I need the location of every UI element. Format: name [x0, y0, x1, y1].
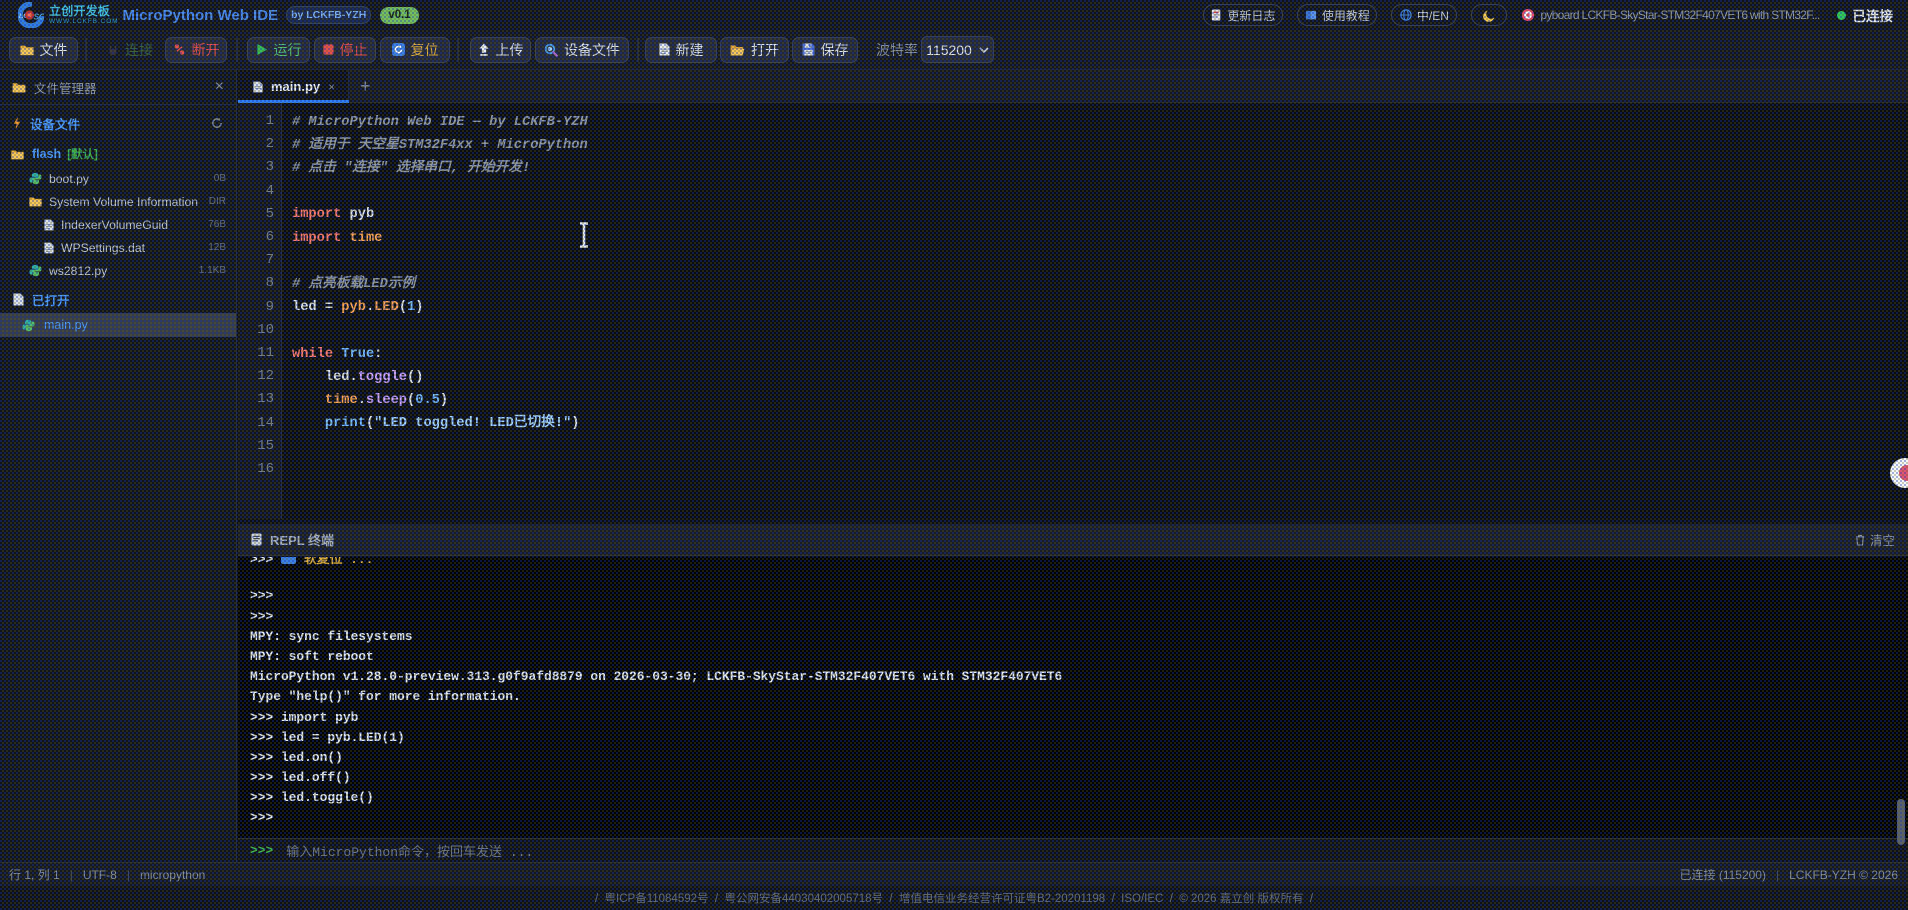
- svg-text:SC: SC: [34, 12, 45, 22]
